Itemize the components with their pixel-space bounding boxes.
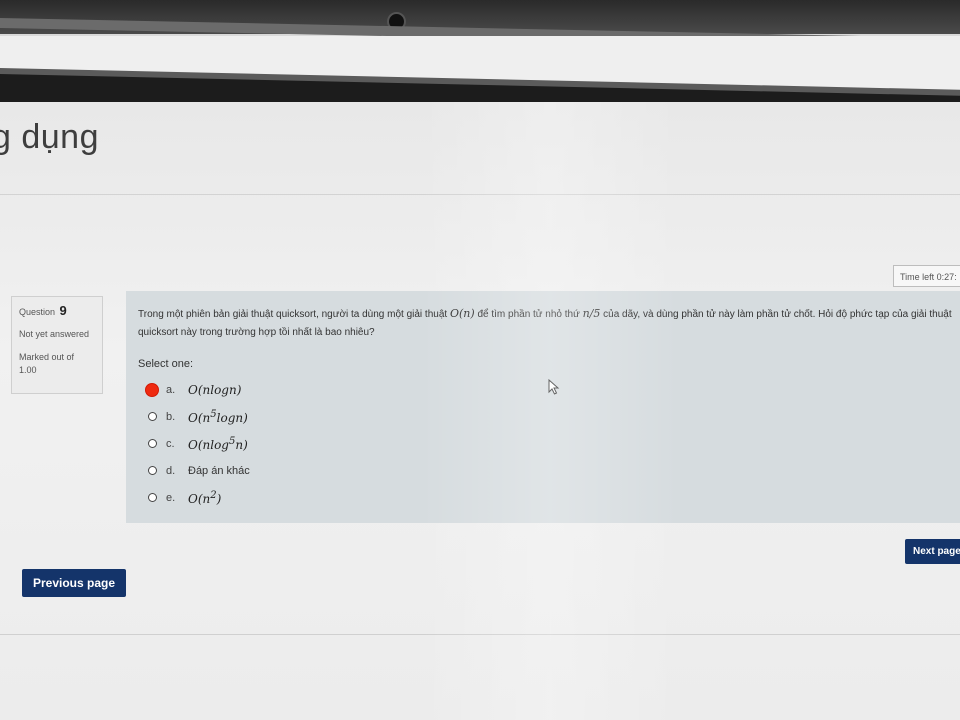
question-text: Trong một phiên bản giải thuật quicksort… [138,305,960,342]
answer-option-b[interactable]: b. O(n5logn) [148,403,960,430]
question-number-value: 9 [59,303,67,318]
question-text-part1: Trong một phiên bản giải thuật quicksort… [138,309,448,320]
answer-text: Đáp án khác [188,464,250,477]
quiz-page: g dụng Time left 0:27: Question 9 Not ye… [0,102,960,720]
answer-text: O(nlogn) [188,382,242,397]
answer-list: a. O(nlogn) b. O(n5logn) c. O(nlog5n) d.… [138,376,960,511]
question-content: Trong một phiên bản giải thuật quicksort… [126,291,960,523]
page-heading: g dụng [0,118,99,156]
question-math-1: O(n) [449,307,475,320]
quiz-timer: Time left 0:27: [893,265,960,287]
question-math-2: n/5 [582,307,601,320]
question-state: Not yet answered [19,329,90,339]
select-one-label: Select one: [138,358,194,370]
answer-text: O(n5logn) [188,409,248,425]
footer-divider [0,634,960,635]
radio-selected-icon[interactable] [145,382,159,397]
answer-letter: c. [166,437,175,450]
answer-letter: b. [166,410,176,423]
question-marks: Marked out of 1.00 [19,351,95,377]
answer-option-c[interactable]: c. O(nlog5n) [148,430,960,457]
marks-label: Marked out of [19,352,75,362]
answer-option-e[interactable]: e. O(n2) [148,484,960,511]
answer-text: O(n2) [188,490,221,506]
radio-icon[interactable] [148,466,157,475]
marks-value: 1.00 [19,365,37,375]
radio-icon[interactable] [148,439,157,448]
answer-text-post: logn) [216,410,248,425]
answer-option-d[interactable]: d. Đáp án khác [148,457,960,484]
previous-page-button[interactable]: Previous page [22,569,126,597]
next-page-button[interactable]: Next page [905,539,960,564]
answer-text-pre: O(n [188,410,211,425]
screen: g dụng Time left 0:27: Question 9 Not ye… [0,36,960,720]
answer-text: O(nlog5n) [188,436,248,452]
question-label: Question [19,307,56,317]
answer-letter: d. [166,464,176,477]
answer-letter: a. [166,383,176,396]
answer-text-post: ) [216,491,222,506]
answer-text-pre: O(n [188,491,211,506]
answer-text-pre: O(nlog [188,437,229,452]
radio-icon[interactable] [148,493,157,502]
mouse-cursor-icon [548,379,560,395]
question-text-part2: để tìm phần tử nhỏ thứ [477,309,580,320]
question-info-panel: Question 9 Not yet answered Marked out o… [11,296,103,394]
answer-text-post: n) [235,437,248,452]
answer-letter: e. [166,491,176,504]
heading-divider [0,194,960,195]
question-number: Question 9 [19,303,95,318]
radio-icon[interactable] [148,412,157,421]
